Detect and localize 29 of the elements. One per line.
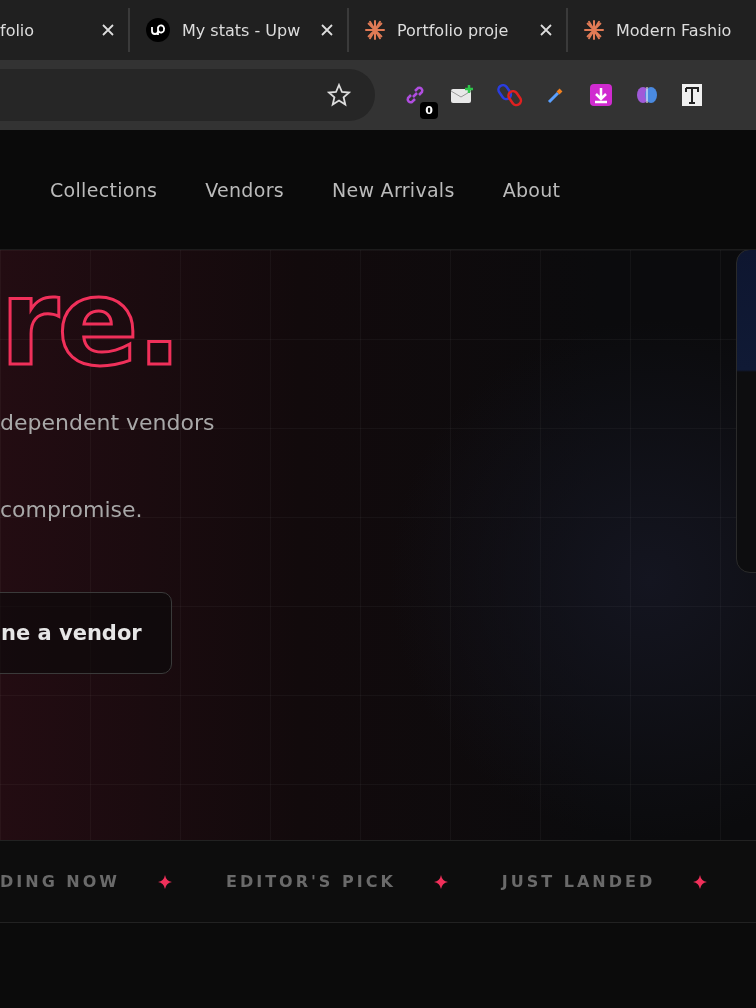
marquee-text: JUST LANDED — [501, 872, 656, 891]
logo-icon — [146, 18, 170, 42]
count-badge: 0 — [420, 102, 438, 119]
download-icon[interactable] — [589, 83, 613, 107]
hero-heading: re. — [0, 258, 181, 388]
nav-link[interactable]: New Arrivals — [307, 170, 479, 209]
close-icon[interactable] — [321, 24, 333, 36]
sparkle-icon — [693, 874, 708, 889]
hero-text: compromise. — [0, 497, 143, 522]
hero-text: dependent vendors — [0, 410, 215, 435]
vendor-button[interactable]: ne a vendor — [0, 592, 172, 674]
starburst-icon — [584, 20, 604, 40]
close-icon[interactable] — [102, 24, 114, 36]
close-icon[interactable] — [540, 24, 552, 36]
browser-tab[interactable]: My stats - Upw — [130, 8, 349, 52]
nav-link[interactable]: Vendors — [181, 170, 308, 209]
marquee-text: DING NOW — [0, 872, 120, 891]
chain-icon[interactable] — [497, 82, 523, 108]
sparkle-icon — [157, 874, 172, 889]
letter-t-icon[interactable] — [681, 83, 703, 107]
browser-tab[interactable]: Portfolio proje — [349, 8, 568, 52]
sparkle-icon — [433, 874, 448, 889]
star-icon[interactable] — [327, 83, 351, 107]
nav-link[interactable]: About — [478, 170, 585, 209]
nav-link[interactable]: Collections — [26, 170, 182, 209]
browser-tab[interactable]: Modern Fashio — [568, 8, 756, 52]
starburst-icon — [365, 20, 385, 40]
browser-tab[interactable]: folio — [0, 8, 130, 52]
marquee-text: EDITOR'S PICK — [225, 872, 396, 891]
